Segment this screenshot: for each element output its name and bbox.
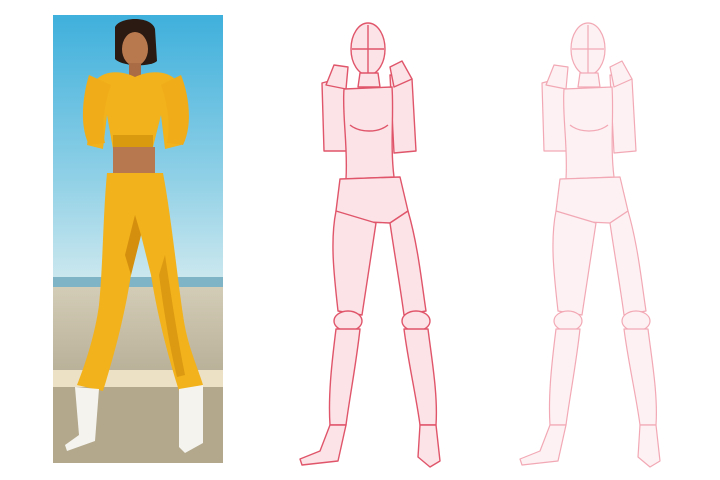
right-shin-shape: [623, 328, 657, 426]
right-boot: [179, 385, 203, 453]
face: [122, 32, 148, 66]
midriff: [113, 147, 155, 173]
torso-shape: [563, 86, 615, 180]
right-thigh-shape: [389, 210, 427, 316]
reference-photo: [53, 15, 223, 463]
left-shin-shape: [328, 328, 361, 426]
neck-shape: [357, 72, 381, 88]
torso-shape: [342, 86, 395, 180]
right-shin-shape: [403, 328, 438, 426]
left-knee: [333, 310, 363, 332]
left-forearm-shape: [545, 64, 569, 90]
left-thigh-shape: [332, 210, 377, 316]
pose-sketch: [290, 15, 460, 470]
right-knee: [401, 310, 431, 332]
figure-canvas: [0, 0, 720, 480]
right-knee: [621, 310, 651, 332]
left-forearm-shape: [325, 64, 349, 90]
neck: [129, 63, 141, 77]
neck-shape: [577, 72, 601, 88]
pose-sketch-faded-drawing: [519, 22, 661, 468]
left-foot-shape: [299, 424, 347, 466]
left-knee: [553, 310, 583, 332]
right-foot-shape: [637, 424, 661, 468]
left-foot-shape: [519, 424, 567, 466]
left-shin-shape: [548, 328, 581, 426]
hoodie-shadow: [113, 135, 153, 149]
pose-sketch-faded: [510, 15, 680, 470]
right-thigh-shape: [609, 210, 647, 316]
left-thigh-shape: [552, 210, 597, 316]
pose-sketch-drawing: [299, 22, 441, 468]
pavement: [53, 287, 223, 377]
photo-illustration: [53, 15, 223, 463]
right-foot-shape: [417, 424, 441, 468]
